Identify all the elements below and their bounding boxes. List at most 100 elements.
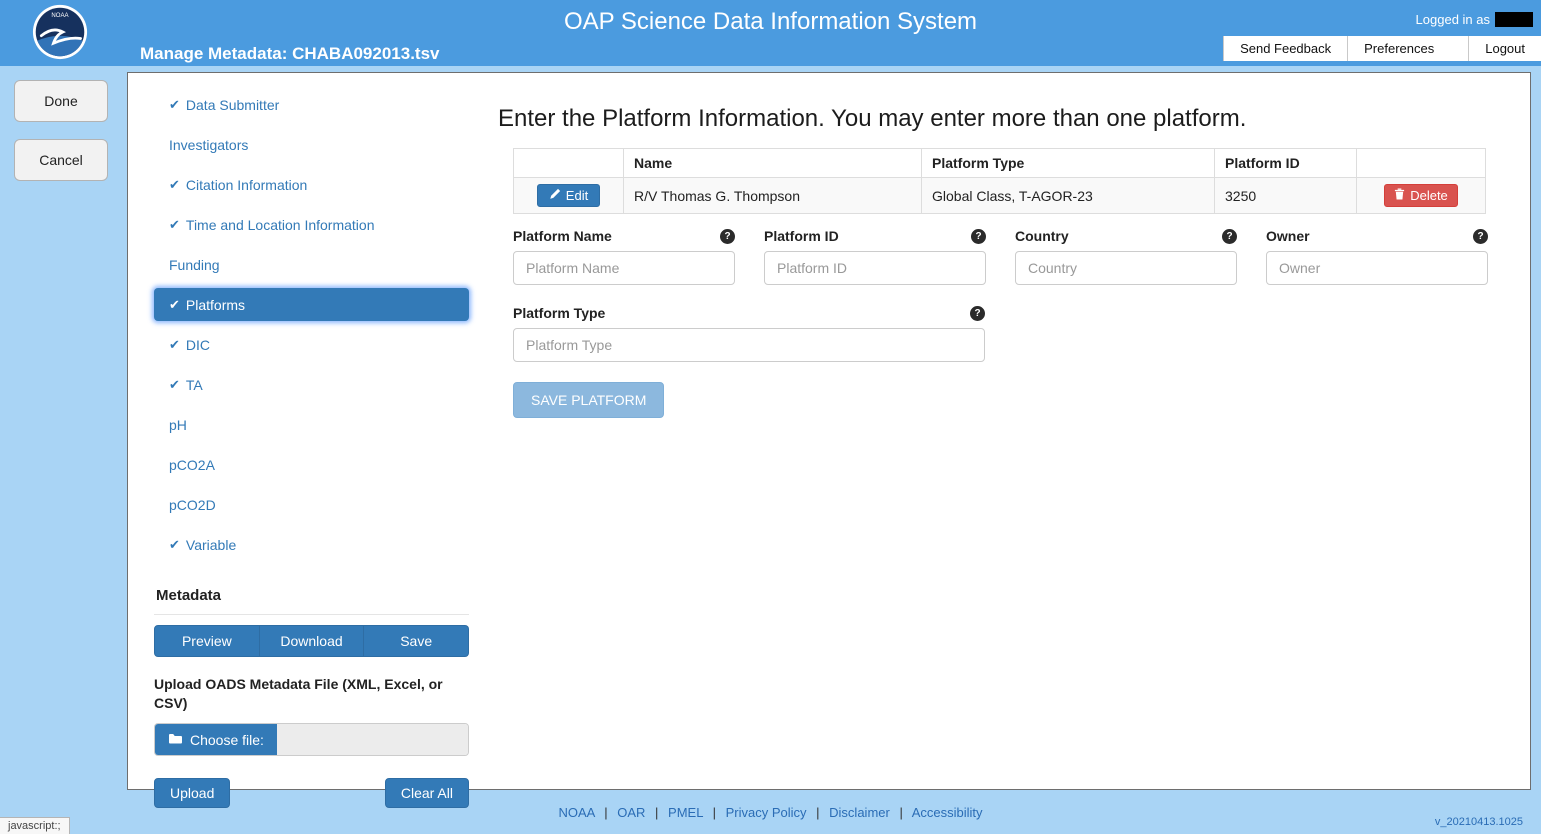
help-icon[interactable]: ? (971, 229, 986, 244)
nav-item-label: pCO2D (169, 497, 216, 513)
check-icon: ✔ (169, 537, 180, 553)
logged-in-status: Logged in as (1416, 12, 1533, 27)
nav-item-dic[interactable]: ✔ DIC (154, 325, 469, 365)
delete-column-header (1357, 149, 1486, 178)
platform-type-cell: Global Class, T-AGOR-23 (922, 178, 1215, 214)
svg-text:NOAA: NOAA (51, 13, 69, 19)
folder-icon (168, 732, 183, 748)
footer-link-disclaimer[interactable]: Disclaimer (829, 805, 890, 820)
nav-item-label: pH (169, 417, 187, 433)
nav-item-ta[interactable]: ✔ TA (154, 365, 469, 405)
separator: | (713, 805, 716, 820)
logout-button[interactable]: Logout (1468, 36, 1541, 61)
platform-name-input[interactable] (513, 251, 735, 285)
edit-button-label: Edit (566, 188, 588, 203)
help-icon[interactable]: ? (970, 306, 985, 321)
send-feedback-button[interactable]: Send Feedback (1223, 36, 1347, 61)
upload-actions: Upload Clear All (154, 778, 469, 808)
footer-links: NOAA | OAR | PMEL | Privacy Policy | Dis… (0, 805, 1541, 820)
check-icon: ✔ (169, 177, 180, 193)
trash-icon (1394, 188, 1405, 203)
footer-link-noaa[interactable]: NOAA (558, 805, 594, 820)
section-heading: Enter the Platform Information. You may … (498, 105, 1488, 133)
nav-item-label: Time and Location Information (186, 217, 375, 233)
redacted-username (1495, 12, 1533, 27)
logged-in-label: Logged in as (1416, 12, 1490, 27)
nav-item-label: Data Submitter (186, 97, 279, 113)
file-picker: Choose file: (154, 723, 469, 756)
noaa-logo-icon: NOAA (32, 4, 88, 60)
help-icon[interactable]: ? (1222, 229, 1237, 244)
platform-fields-row: Platform Name ? Platform ID ? Country (513, 228, 1488, 285)
table-row: Edit R/V Thomas G. Thompson Global Class… (514, 178, 1486, 214)
delete-platform-button[interactable]: Delete (1384, 184, 1458, 207)
separator: | (816, 805, 819, 820)
upload-button[interactable]: Upload (154, 778, 230, 808)
header-bar: NOAA OAP Science Data Information System… (0, 0, 1541, 66)
download-button[interactable]: Download (260, 625, 365, 657)
check-icon: ✔ (169, 297, 180, 313)
metadata-button-group: Preview Download Save (154, 625, 469, 657)
file-name-area[interactable] (277, 724, 468, 755)
footer-link-accessibility[interactable]: Accessibility (912, 805, 983, 820)
platform-id-input[interactable] (764, 251, 986, 285)
nav-item-funding[interactable]: Funding (154, 245, 469, 285)
nav-item-label: Investigators (169, 137, 248, 153)
country-label: Country (1015, 228, 1069, 244)
separator: | (899, 805, 902, 820)
section-nav: ✔ Data Submitter Investigators ✔ Citatio… (154, 85, 469, 808)
edit-column-header (514, 149, 624, 178)
nav-item-data-submitter[interactable]: ✔ Data Submitter (154, 85, 469, 125)
divider (154, 614, 469, 615)
table-header-row: Name Platform Type Platform ID (514, 149, 1486, 178)
country-input[interactable] (1015, 251, 1237, 285)
save-button[interactable]: Save (364, 625, 469, 657)
done-button[interactable]: Done (14, 80, 108, 122)
owner-input[interactable] (1266, 251, 1488, 285)
check-icon: ✔ (169, 97, 180, 113)
nav-item-ph[interactable]: pH (154, 405, 469, 445)
edit-platform-button[interactable]: Edit (537, 184, 600, 207)
preview-button[interactable]: Preview (154, 625, 260, 657)
choose-file-button[interactable]: Choose file: (155, 724, 277, 755)
page: NOAA OAP Science Data Information System… (0, 0, 1541, 834)
pencil-icon (549, 188, 561, 203)
nav-item-time-and-location[interactable]: ✔ Time and Location Information (154, 205, 469, 245)
platform-section: Enter the Platform Information. You may … (513, 73, 1488, 418)
cancel-button[interactable]: Cancel (14, 139, 108, 181)
footer-link-oar[interactable]: OAR (617, 805, 645, 820)
platform-name-cell: R/V Thomas G. Thompson (624, 178, 922, 214)
nav-item-pco2a[interactable]: pCO2A (154, 445, 469, 485)
platform-type-column-header: Platform Type (922, 149, 1215, 178)
check-icon: ✔ (169, 217, 180, 233)
nav-item-label: Citation Information (186, 177, 307, 193)
nav-item-platforms[interactable]: ✔ Platforms (154, 288, 469, 321)
owner-field: Owner ? (1266, 228, 1488, 285)
clear-all-button[interactable]: Clear All (385, 778, 469, 808)
platform-name-label: Platform Name (513, 228, 612, 244)
platform-id-label: Platform ID (764, 228, 839, 244)
help-icon[interactable]: ? (720, 229, 735, 244)
platform-type-input[interactable] (513, 328, 985, 362)
delete-button-label: Delete (1410, 188, 1448, 203)
nav-item-citation-information[interactable]: ✔ Citation Information (154, 165, 469, 205)
save-platform-button[interactable]: SAVE PLATFORM (513, 382, 664, 418)
platform-id-column-header: Platform ID (1215, 149, 1357, 178)
nav-item-label: Funding (169, 257, 220, 273)
nav-item-investigators[interactable]: Investigators (154, 125, 469, 165)
nav-item-variable[interactable]: ✔ Variable (154, 525, 469, 565)
help-icon[interactable]: ? (1473, 229, 1488, 244)
name-column-header: Name (624, 149, 922, 178)
metadata-heading: Metadata (154, 587, 469, 604)
nav-item-label: DIC (186, 337, 210, 353)
footer-link-privacy-policy[interactable]: Privacy Policy (726, 805, 807, 820)
owner-label: Owner (1266, 228, 1310, 244)
nav-item-pco2d[interactable]: pCO2D (154, 485, 469, 525)
nav-item-label: pCO2A (169, 457, 215, 473)
footer-link-pmel[interactable]: PMEL (668, 805, 703, 820)
page-title: Manage Metadata: CHABA092013.tsv (140, 44, 440, 64)
nav-item-label: Variable (186, 537, 236, 553)
preferences-button[interactable]: Preferences (1347, 36, 1450, 61)
check-icon: ✔ (169, 377, 180, 393)
app-title: OAP Science Data Information System (564, 8, 977, 36)
